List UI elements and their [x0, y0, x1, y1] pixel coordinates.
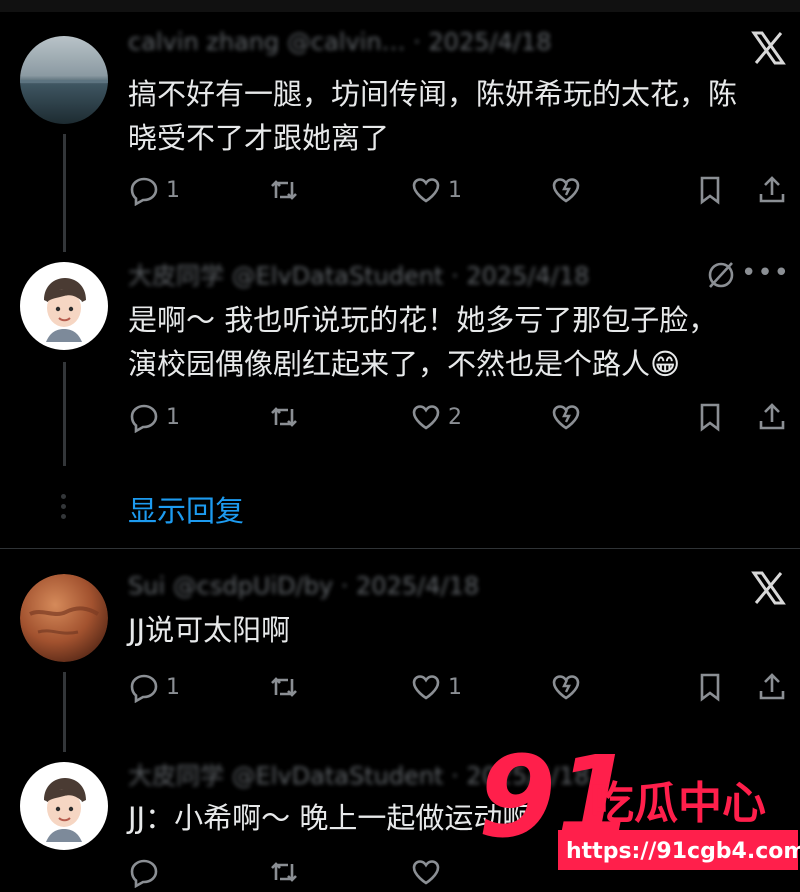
like-count: 1: [448, 177, 462, 203]
thread-connector: [63, 134, 66, 252]
like-count: 2: [448, 404, 462, 430]
retweet-icon: [271, 180, 297, 200]
x-logo-icon[interactable]: [748, 568, 788, 608]
avatar-cartoon-boy[interactable]: [20, 262, 108, 350]
bookmark-button[interactable]: [694, 667, 726, 707]
bookmark-icon: [700, 176, 720, 205]
heart-icon: [412, 405, 440, 430]
tweet-text-line: JJ说可太阳啊: [128, 613, 291, 647]
show-replies-link[interactable]: 显示回复: [128, 488, 244, 530]
bookmark-button[interactable]: [694, 170, 726, 210]
reply-icon: [130, 859, 158, 888]
tweet-text: JJ说可太阳啊: [128, 608, 778, 652]
reply-button[interactable]: 1: [128, 397, 180, 437]
reply-count: 1: [166, 177, 180, 203]
watermark-url: https://91cgb4.com: [566, 839, 800, 864]
retweet-button[interactable]: [268, 397, 306, 437]
tweet-author-header[interactable]: 大皮同学 @ElvDataStudent · 2025/4/18: [128, 256, 589, 291]
thread-connector: [63, 672, 66, 752]
share-icon: [759, 176, 785, 203]
broken-heart-icon: [552, 405, 580, 430]
like-button[interactable]: 2: [410, 397, 462, 437]
retweet-icon: [271, 407, 297, 427]
share-button[interactable]: [756, 397, 788, 437]
bookmark-button[interactable]: [694, 397, 726, 437]
tweet-text-line: 是啊～ 我也听说玩的花！她多亏了那包子脸，: [128, 303, 718, 337]
thread-more-dots: [61, 494, 67, 524]
more-options-icon[interactable]: •••: [741, 258, 790, 288]
reply-button[interactable]: [128, 852, 160, 892]
x-logo-icon[interactable]: [748, 28, 788, 68]
reply-icon: [130, 674, 158, 703]
watermark-graphic: 91 吃瓜中心 https://91cgb4.com: [478, 733, 800, 870]
share-icon: [759, 673, 785, 700]
broken-heart-icon: [552, 675, 580, 700]
tweet-text-line: 演校园偶像剧红起来了，不然也是个路人😁: [128, 347, 681, 381]
retweet-button[interactable]: [268, 170, 306, 210]
watermark: 91 吃瓜中心 https://91cgb4.com: [478, 733, 800, 882]
avatar-landscape[interactable]: [20, 36, 108, 124]
tweet-text-line: 晓受不了才跟她离了: [128, 121, 390, 155]
like-button[interactable]: 1: [410, 170, 462, 210]
retweet-button[interactable]: [268, 667, 306, 707]
heart-icon: [412, 675, 440, 700]
reply-button[interactable]: 1: [128, 667, 180, 707]
avatar-mars[interactable]: [20, 574, 108, 662]
tweet-actions: 1 2: [128, 397, 800, 437]
tweet-actions: 1 1: [128, 667, 800, 707]
thread-connector: [63, 362, 66, 466]
retweet-icon: [271, 862, 297, 882]
dislike-button[interactable]: [550, 667, 582, 707]
reply-icon: [130, 404, 158, 433]
retweet-button[interactable]: [268, 852, 300, 892]
bookmark-icon: [700, 673, 720, 702]
like-count: 1: [448, 674, 462, 700]
grok-icon[interactable]: [704, 258, 738, 292]
dislike-button[interactable]: [550, 397, 582, 437]
reply-icon: [130, 177, 158, 206]
divider: [0, 548, 800, 549]
tweet-actions: 1 1: [128, 170, 800, 210]
share-button[interactable]: [756, 170, 788, 210]
tweet-author-header[interactable]: Sui @csdpUiD/by · 2025/4/18: [128, 572, 479, 600]
bookmark-icon: [700, 403, 720, 432]
top-status-bar: [0, 0, 800, 12]
tweet-text: 是啊～ 我也听说玩的花！她多亏了那包子脸， 演校园偶像剧红起来了，不然也是个路人…: [128, 298, 778, 386]
heart-icon: [412, 860, 440, 885]
like-button[interactable]: [410, 852, 442, 892]
dislike-button[interactable]: [550, 170, 582, 210]
tweet-text-line: 搞不好有一腿，坊间传闻，陈妍希玩的太花，陈: [128, 77, 738, 111]
watermark-brand: 吃瓜中心: [590, 778, 766, 829]
tweet-author-header[interactable]: calvin zhang @calvin… · 2025/4/18: [128, 28, 551, 56]
tweet-text: 搞不好有一腿，坊间传闻，陈妍希玩的太花，陈 晓受不了才跟她离了: [128, 72, 778, 160]
like-button[interactable]: 1: [410, 667, 462, 707]
reply-button[interactable]: 1: [128, 170, 180, 210]
reply-count: 1: [166, 404, 180, 430]
retweet-icon: [271, 677, 297, 697]
share-button[interactable]: [756, 667, 788, 707]
broken-heart-icon: [552, 178, 580, 203]
share-icon: [759, 403, 785, 430]
reply-count: 1: [166, 674, 180, 700]
avatar-cartoon-boy[interactable]: [20, 762, 108, 850]
heart-icon: [412, 178, 440, 203]
